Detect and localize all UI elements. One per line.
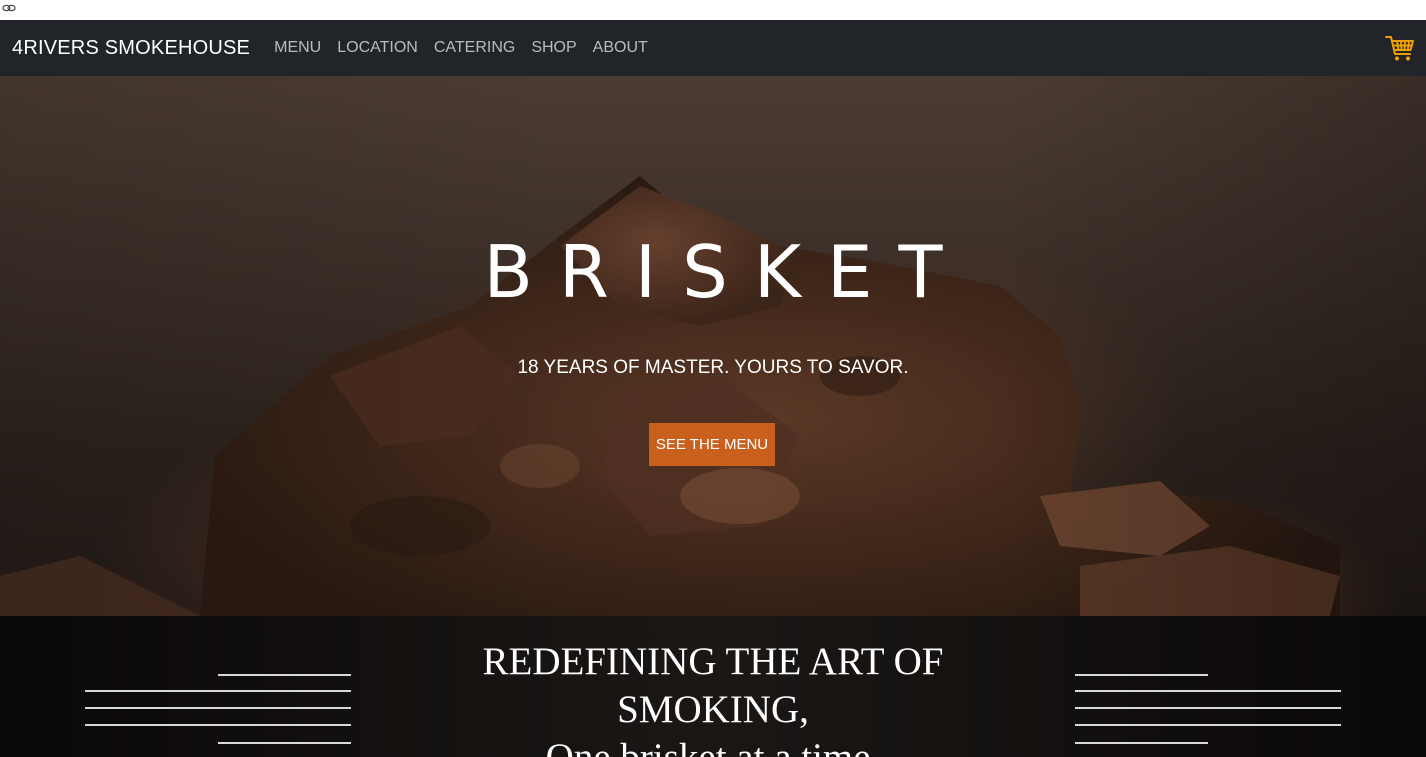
top-strip xyxy=(0,0,1426,20)
see-the-menu-button[interactable]: SEE THE MENU xyxy=(649,423,775,466)
nav-link-shop[interactable]: SHOP xyxy=(523,39,584,57)
broken-image-icon xyxy=(2,4,16,12)
hero-banner: BRISKET 18 YEARS OF MASTER. YOURS TO SAV… xyxy=(0,76,1426,616)
nav-links: MENU LOCATION CATERING SHOP ABOUT xyxy=(266,39,656,57)
tagline-section: REDEFINING THE ART OF SMOKING, One brisk… xyxy=(0,616,1426,757)
top-navbar: 4RIVERS SMOKEHOUSE MENU LOCATION CATERIN… xyxy=(0,20,1426,76)
nav-link-menu[interactable]: MENU xyxy=(266,39,329,57)
nav-link-location[interactable]: LOCATION xyxy=(329,39,426,57)
decorative-lines-right xyxy=(1075,674,1341,744)
shopping-cart-icon[interactable] xyxy=(1384,32,1416,64)
nav-link-catering[interactable]: CATERING xyxy=(426,39,523,57)
brand-logo-text[interactable]: 4RIVERS SMOKEHOUSE xyxy=(12,37,250,60)
nav-link-about[interactable]: ABOUT xyxy=(585,39,656,57)
hero-overlay xyxy=(0,76,1426,616)
hero-subtitle: 18 YEARS OF MASTER. YOURS TO SAVOR. xyxy=(517,357,909,378)
hero-title: BRISKET xyxy=(483,230,969,314)
